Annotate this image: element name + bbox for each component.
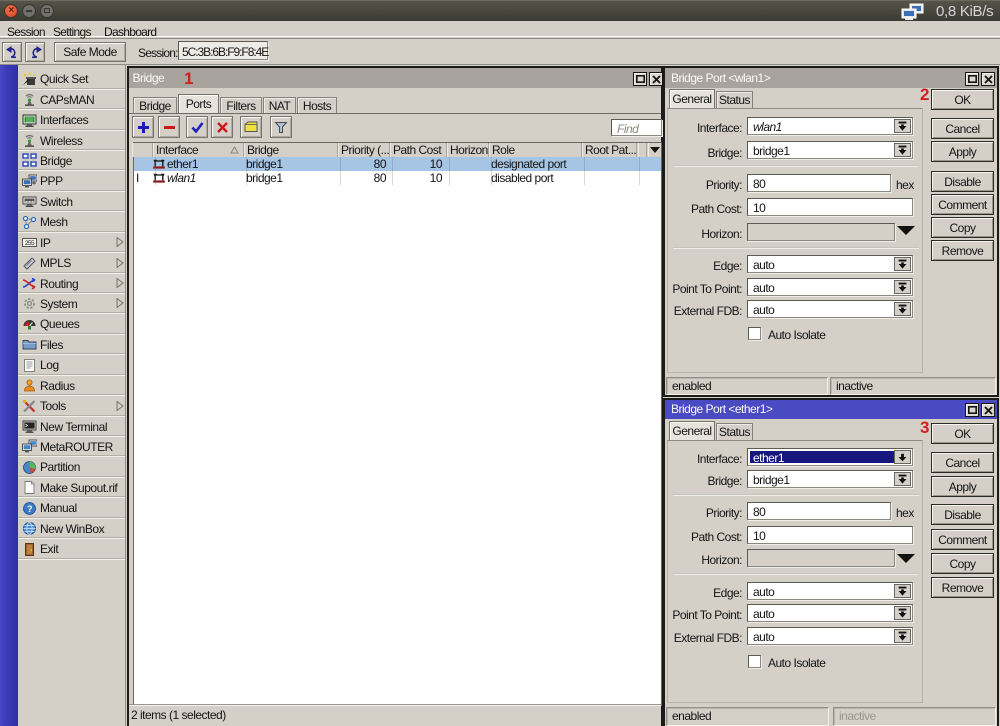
- svg-text:?: ?: [27, 504, 32, 514]
- svg-text:255: 255: [25, 240, 35, 247]
